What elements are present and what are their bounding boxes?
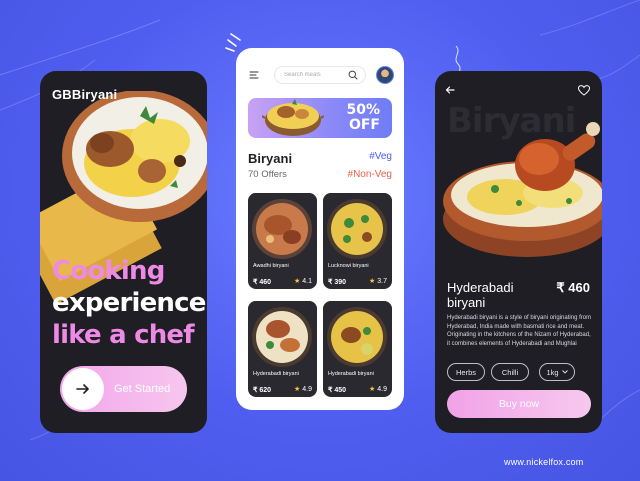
- rating-value: 3.7: [377, 277, 387, 285]
- food-price: ₹ 450: [328, 387, 347, 394]
- onboarding-screen: GBBiryani Cooking experience like a chef…: [40, 71, 207, 433]
- food-price: ₹ 390: [328, 279, 347, 286]
- food-card-hyderabadi-1[interactable]: Hyderabadi biryani ₹ 620 ★ 4.9: [248, 301, 317, 397]
- chip-chilli[interactable]: Chilli: [491, 363, 529, 381]
- user-avatar[interactable]: [376, 66, 394, 84]
- food-rating: ★ 4.9: [368, 385, 387, 394]
- food-price: ₹ 460: [253, 279, 272, 286]
- dish-title: Hyderabadi biryani: [447, 280, 537, 310]
- detail-screen: Biryani Hyderabadi biryani ₹ 460 Hyderab…: [435, 71, 602, 433]
- biryani-bowl-image: [443, 122, 602, 257]
- food-price: ₹ 620: [253, 387, 272, 394]
- filter-veg[interactable]: #Veg: [369, 151, 392, 162]
- search-icon[interactable]: [348, 70, 358, 80]
- food-image: [248, 193, 317, 261]
- menu-icon[interactable]: [249, 70, 259, 80]
- star-icon: ★: [293, 278, 301, 285]
- filter-non-veg[interactable]: #Non-Veg: [348, 169, 392, 180]
- food-rating: ★ 4.1: [293, 277, 312, 286]
- star-icon: ★: [368, 278, 376, 285]
- back-arrow-icon[interactable]: [445, 85, 455, 95]
- heart-icon[interactable]: [578, 85, 590, 96]
- option-chips: Herbs Chilli 1kg: [447, 363, 595, 381]
- food-name: Lucknowi biryani: [328, 263, 369, 269]
- promo-discount: 50% OFF: [346, 103, 380, 133]
- get-started-button[interactable]: Get Started: [60, 366, 187, 412]
- promo-line-2: OFF: [348, 117, 380, 133]
- food-image: [323, 301, 392, 369]
- rating-value: 4.9: [377, 385, 387, 393]
- rating-value: 4.9: [302, 385, 312, 393]
- dish-title-line-1: Hyderabadi: [447, 280, 514, 295]
- dish-price: ₹ 460: [556, 280, 590, 295]
- arrow-right-icon: [62, 368, 104, 410]
- search-bar[interactable]: [274, 66, 366, 84]
- chip-label: Herbs: [455, 367, 476, 377]
- food-image: [323, 193, 392, 261]
- offers-count: 70 Offers: [248, 169, 287, 180]
- rating-value: 4.1: [302, 277, 312, 285]
- food-rating: ★ 3.7: [368, 277, 387, 286]
- food-name: Awadhi biryani: [253, 263, 289, 269]
- headline-line-1: Cooking: [52, 256, 165, 286]
- dish-title-line-2: biryani: [447, 295, 486, 310]
- chip-herbs[interactable]: Herbs: [447, 363, 485, 381]
- footer-url: www.nickelfox.com: [504, 457, 584, 467]
- quantity-value: 1kg: [546, 367, 559, 377]
- search-input[interactable]: [284, 72, 354, 78]
- top-bar: [236, 63, 404, 87]
- section-title: Biryani: [248, 151, 293, 166]
- buy-now-button[interactable]: Buy now: [447, 390, 591, 418]
- food-name: Hyderabadi biryani: [253, 371, 299, 377]
- star-icon: ★: [368, 386, 376, 393]
- promo-line-1: 50%: [346, 102, 380, 118]
- quantity-select[interactable]: 1kg: [539, 363, 575, 381]
- food-rating: ★ 4.9: [293, 385, 312, 394]
- star-icon: ★: [293, 386, 301, 393]
- headline-line-3: like a chef: [52, 320, 195, 350]
- food-name: Hyderabadi biryani: [328, 371, 374, 377]
- food-card-awadhi[interactable]: Awadhi biryani ₹ 460 ★ 4.1: [248, 193, 317, 289]
- promo-biryani-image: [262, 99, 324, 136]
- promo-banner[interactable]: 50% OFF: [248, 98, 392, 138]
- chevron-down-icon: [561, 370, 568, 374]
- dish-description: Hyderabadi biryani is a style of biryani…: [447, 315, 592, 347]
- headline-line-2: experience: [52, 288, 206, 318]
- app-logo: GBBiryani: [52, 87, 118, 102]
- food-image: [248, 301, 317, 369]
- get-started-label: Get Started: [114, 383, 171, 395]
- chip-label: Chilli: [501, 367, 519, 377]
- food-card-lucknowi[interactable]: Lucknowi biryani ₹ 390 ★ 3.7: [323, 193, 392, 289]
- food-card-hyderabadi-2[interactable]: Hyderabadi biryani ₹ 450 ★ 4.9: [323, 301, 392, 397]
- home-screen: 50% OFF Biryani 70 Offers #Veg #Non-Veg …: [236, 48, 404, 410]
- headline: Cooking experience like a chef: [52, 255, 206, 351]
